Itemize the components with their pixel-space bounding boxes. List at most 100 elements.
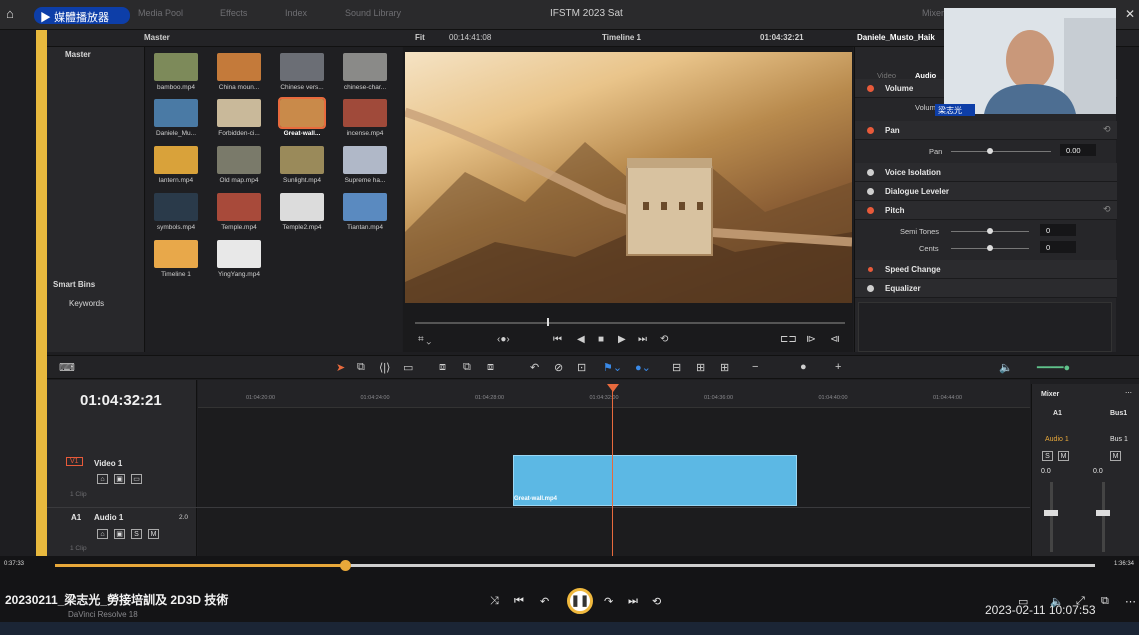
- audio-track-badge[interactable]: A1: [71, 513, 81, 522]
- zoom-custom-icon[interactable]: ⊞: [720, 361, 729, 374]
- loop-icon[interactable]: ⟲: [660, 334, 668, 345]
- media-clip[interactable]: Temple.mp4: [212, 193, 266, 231]
- voice-isolation-toggle-icon[interactable]: [867, 169, 874, 176]
- media-clip[interactable]: Sunlight.mp4: [275, 146, 329, 184]
- jog-icon[interactable]: ‹●›: [497, 334, 510, 345]
- stop-icon[interactable]: ■: [598, 334, 604, 345]
- insert-clip-icon[interactable]: ⧈: [439, 361, 446, 374]
- pan-toggle-icon[interactable]: [867, 127, 874, 134]
- auto-select-audio-icon[interactable]: ▣: [114, 529, 125, 539]
- link-icon[interactable]: ⊘: [554, 361, 563, 374]
- mark-in-icon[interactable]: ⧐: [806, 334, 816, 345]
- mixer-ch2-route[interactable]: Bus 1: [1110, 436, 1128, 443]
- player-progress-remaining[interactable]: [345, 564, 1095, 567]
- video-track-name[interactable]: Video 1: [94, 459, 122, 468]
- mixer-bus-mute-button[interactable]: M: [1110, 451, 1121, 461]
- semi-tones-value[interactable]: 0: [1040, 224, 1076, 236]
- viewer-scrub-head[interactable]: [547, 318, 549, 326]
- zoom-in-icon[interactable]: +: [835, 361, 841, 373]
- close-button[interactable]: ✕: [1125, 7, 1135, 21]
- more-icon[interactable]: ⋯: [1125, 595, 1136, 608]
- skip-end-icon[interactable]: ⏭: [638, 334, 647, 345]
- master-volume-slider[interactable]: ━━━━●: [1037, 361, 1070, 374]
- media-clip[interactable]: incense.mp4: [338, 99, 392, 137]
- cents-knob[interactable]: [987, 245, 993, 251]
- speaker-icon[interactable]: 🔈: [999, 361, 1013, 374]
- cast-icon[interactable]: ⧉: [1101, 595, 1109, 608]
- media-clip[interactable]: YingYang.mp4: [212, 240, 266, 278]
- mute-button[interactable]: M: [148, 529, 159, 539]
- reset-icon[interactable]: ⟲: [1103, 124, 1111, 135]
- speed-change-toggle-icon[interactable]: [868, 267, 873, 272]
- rewind-icon[interactable]: ↶: [540, 595, 549, 608]
- playhead[interactable]: [612, 384, 613, 556]
- tab-sound-library[interactable]: Sound Library: [345, 8, 401, 18]
- reset-icon[interactable]: ⟲: [1103, 204, 1111, 215]
- pan-slider-knob[interactable]: [987, 148, 993, 154]
- media-clip[interactable]: Timeline 1: [149, 240, 203, 278]
- skip-start-icon[interactable]: ⏮: [553, 334, 562, 345]
- dialogue-leveler-toggle-icon[interactable]: [867, 188, 874, 195]
- previous-icon[interactable]: ⏮: [514, 595, 524, 608]
- mark-out-icon[interactable]: ⧏: [830, 334, 840, 345]
- pitch-toggle-icon[interactable]: [867, 207, 874, 214]
- zoom-full-icon[interactable]: ⊟: [672, 361, 681, 374]
- media-clip[interactable]: Temple2.mp4: [275, 193, 329, 231]
- auto-select-icon[interactable]: ▣: [114, 474, 125, 484]
- media-clip[interactable]: lantern.mp4: [149, 146, 203, 184]
- mixer-ch1-fader[interactable]: [1044, 510, 1058, 516]
- tab-effects[interactable]: Effects: [220, 8, 247, 18]
- home-icon[interactable]: ⌂: [6, 6, 22, 22]
- equalizer-row[interactable]: Equalizer: [855, 279, 1117, 298]
- media-clip[interactable]: Great-wall...: [275, 97, 329, 137]
- dynamic-trim-icon[interactable]: ⟨|⟩: [379, 361, 390, 374]
- crop-icon[interactable]: ⌗ ⌄: [418, 334, 431, 345]
- blade-tool-icon[interactable]: ▭: [403, 361, 413, 374]
- media-clip[interactable]: Forbidden-ci...: [212, 99, 266, 137]
- pan-row[interactable]: Pan ⟲: [855, 121, 1117, 140]
- mixer-solo-button[interactable]: S: [1042, 451, 1053, 461]
- zoom-detail-icon[interactable]: ⊞: [696, 361, 705, 374]
- playhead-handle[interactable]: [607, 384, 619, 392]
- player-progress-fill[interactable]: [55, 564, 345, 567]
- equalizer-toggle-icon[interactable]: [867, 285, 874, 292]
- voice-isolation-row[interactable]: Voice Isolation: [855, 163, 1117, 182]
- timeline-selector[interactable]: Timeline 1: [602, 33, 641, 42]
- match-frame-icon[interactable]: ⊏⊐: [780, 334, 797, 345]
- bin-master[interactable]: Master: [65, 50, 91, 59]
- pan-value[interactable]: 0.00: [1060, 144, 1096, 156]
- marker-icon[interactable]: ●⌄: [635, 361, 651, 374]
- snapping-icon[interactable]: ↶: [530, 361, 539, 374]
- pitch-row[interactable]: Pitch ⟲: [855, 201, 1117, 220]
- repeat-icon[interactable]: ⟲: [652, 595, 661, 608]
- media-clip[interactable]: Tiantan.mp4: [338, 193, 392, 231]
- lock-icon[interactable]: ⊡: [577, 361, 586, 374]
- play-icon[interactable]: ▶: [618, 334, 626, 345]
- trim-tool-icon[interactable]: ⧉: [357, 361, 365, 374]
- media-clip[interactable]: Supreme ha...: [338, 146, 392, 184]
- pause-button[interactable]: ❚❚: [567, 588, 593, 614]
- player-progress-knob[interactable]: [340, 560, 351, 571]
- shuffle-icon[interactable]: ⤨: [490, 595, 499, 608]
- keyboard-icon[interactable]: ⌨: [59, 361, 75, 374]
- fit-dropdown[interactable]: Fit: [415, 33, 425, 42]
- mixer-ch2-fader[interactable]: [1096, 510, 1110, 516]
- speed-change-row[interactable]: Speed Change: [855, 260, 1117, 279]
- media-clip[interactable]: Old map.mp4: [212, 146, 266, 184]
- volume-toggle-icon[interactable]: [867, 85, 874, 92]
- video-track-badge[interactable]: V1: [66, 457, 83, 466]
- media-clip[interactable]: Daniele_Mu...: [149, 99, 203, 137]
- mixer-ch1-route[interactable]: Audio 1: [1045, 436, 1069, 443]
- semi-tones-knob[interactable]: [987, 228, 993, 234]
- mixer-menu-icon[interactable]: ⋯: [1125, 389, 1132, 397]
- forward-icon[interactable]: ↷: [604, 595, 613, 608]
- lock-track-icon[interactable]: ⌂: [97, 474, 108, 484]
- dialogue-leveler-row[interactable]: Dialogue Leveler: [855, 182, 1117, 201]
- audio-track-name[interactable]: Audio 1: [94, 513, 123, 522]
- flag-icon[interactable]: ⚑⌄: [603, 361, 622, 374]
- zoom-out-icon[interactable]: −: [752, 361, 758, 373]
- player-app-label[interactable]: ▶ 媒體播放器: [34, 7, 130, 24]
- replace-clip-icon[interactable]: ⧈: [487, 361, 494, 374]
- selection-tool-icon[interactable]: ➤: [336, 361, 345, 374]
- overwrite-clip-icon[interactable]: ⧉: [463, 361, 471, 374]
